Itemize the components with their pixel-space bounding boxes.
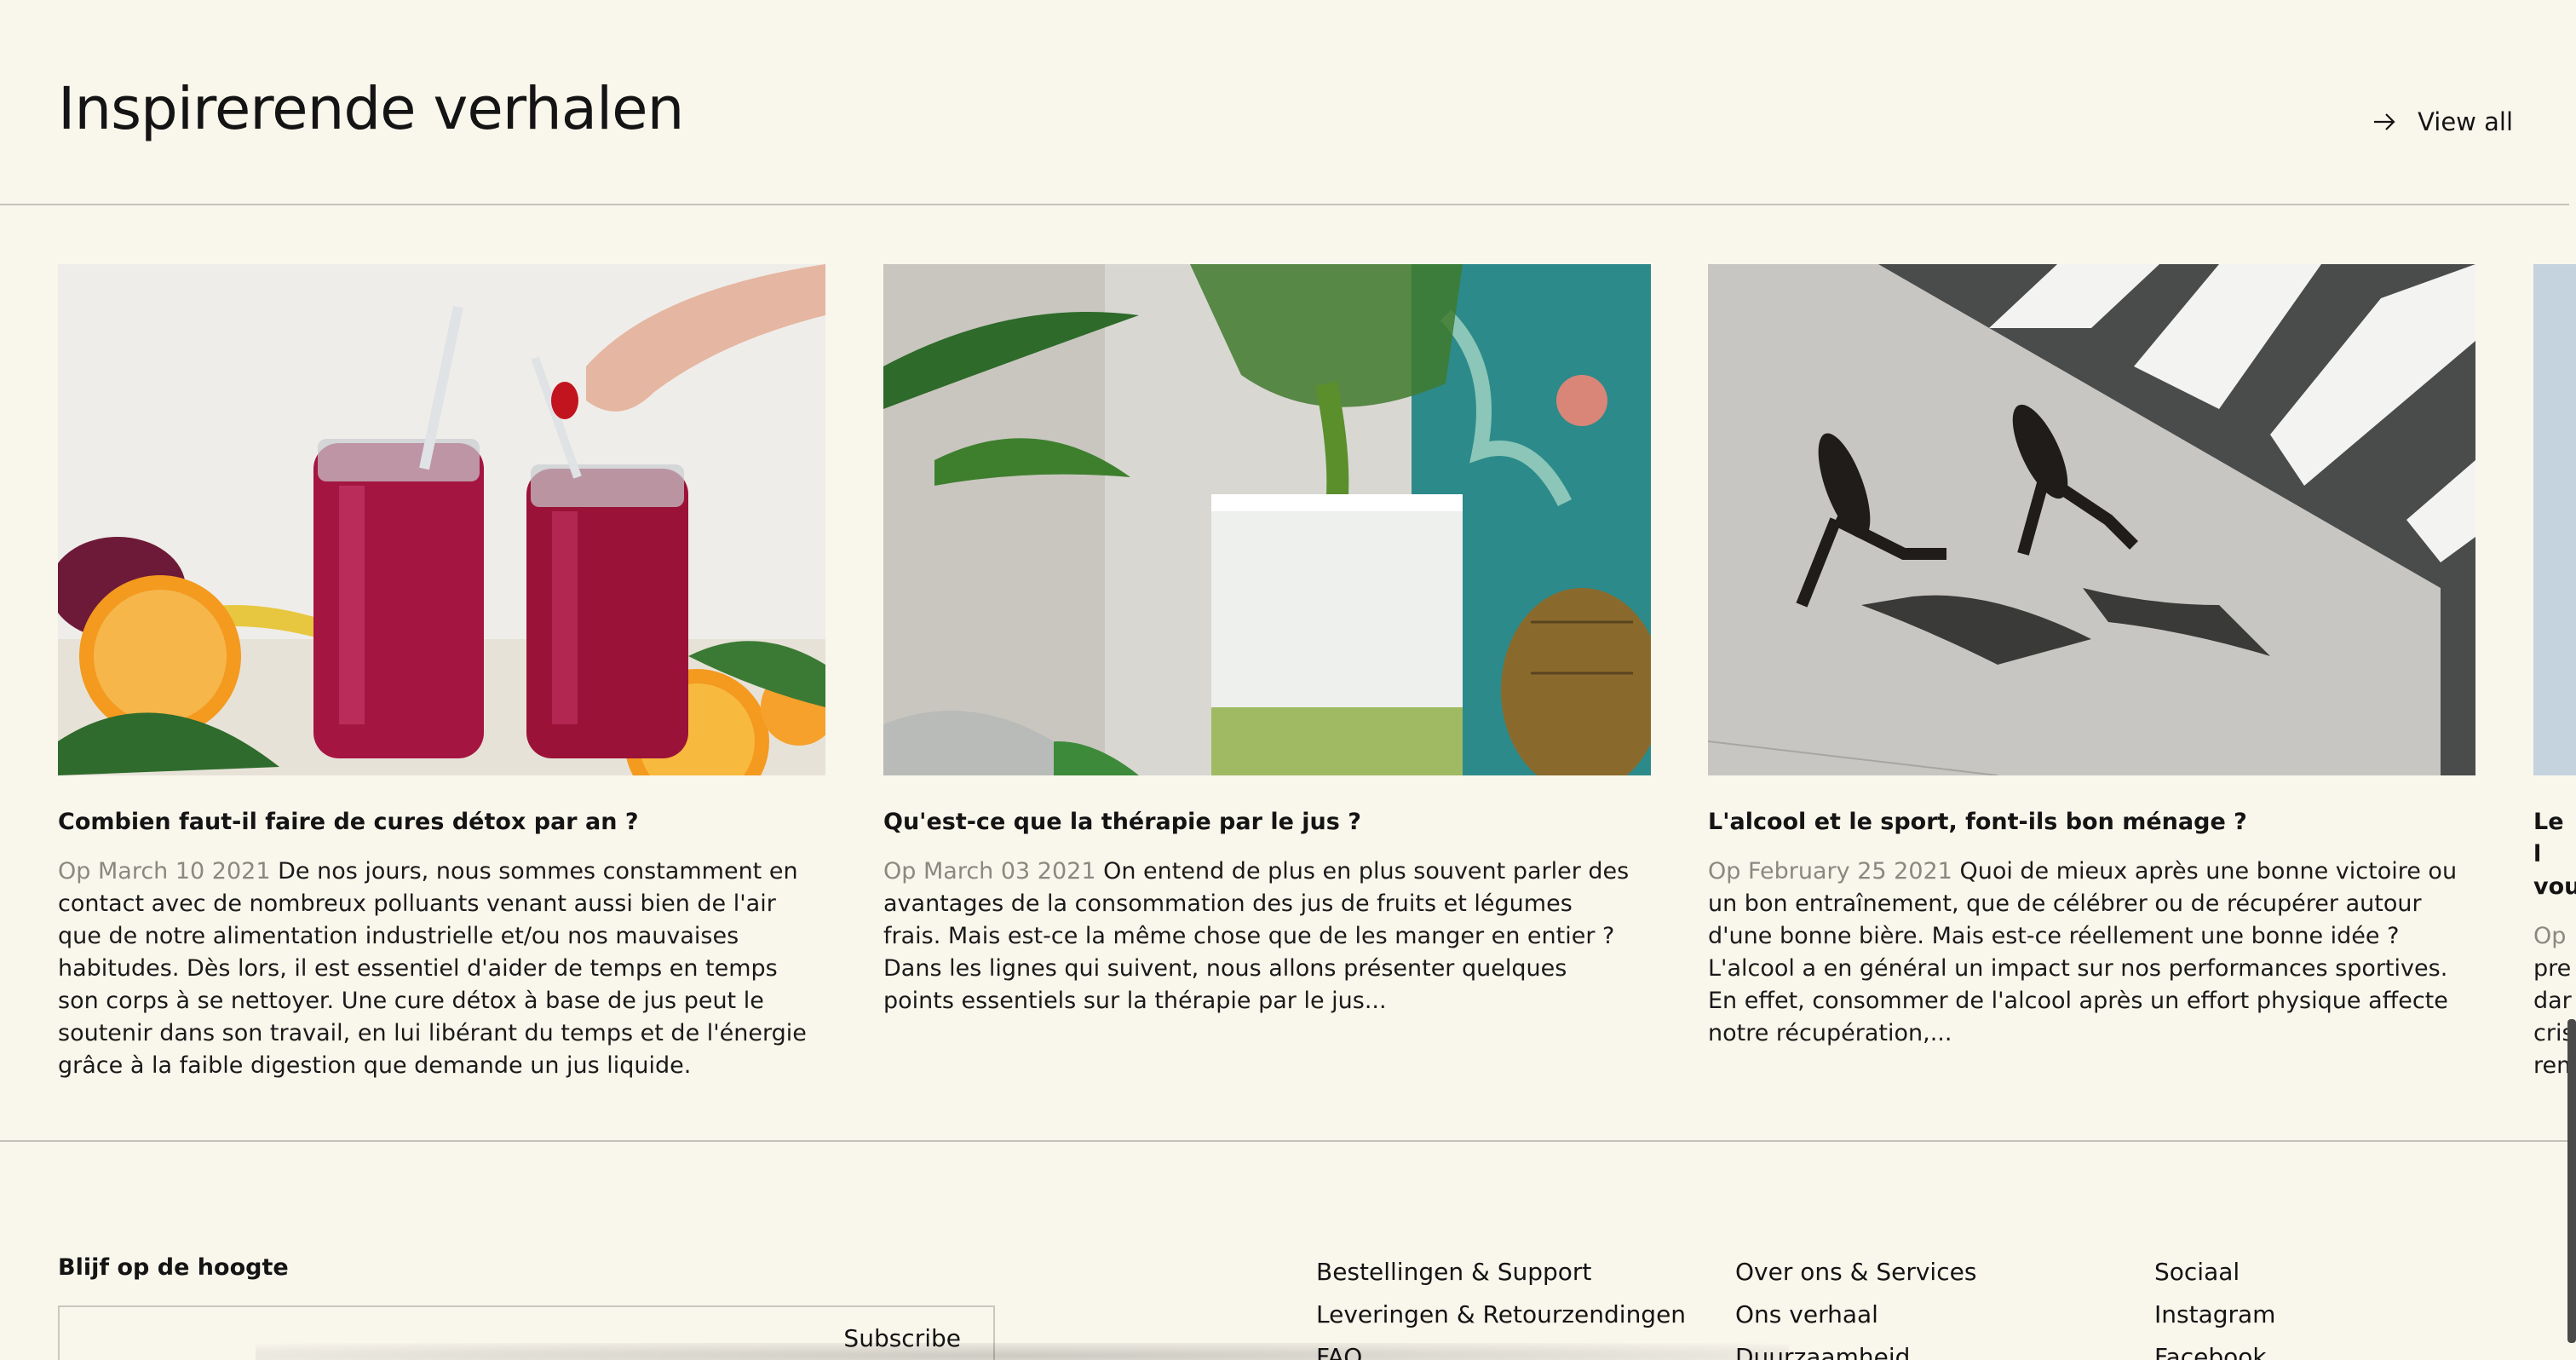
story-date: Op [2533, 923, 2567, 949]
footer-link-sustainability[interactable]: Duurzaamheid [1735, 1336, 1976, 1360]
story-card[interactable]: L'alcool et le sport, font-ils bon ménag… [1708, 264, 2475, 1050]
footer-link-social[interactable]: Sociaal [2154, 1251, 2275, 1294]
footer-link-our-story[interactable]: Ons verhaal [1735, 1294, 1976, 1336]
divider [0, 204, 2569, 205]
footer-link-faq[interactable]: FAQ [1316, 1336, 1686, 1360]
story-excerpt: Op March 10 2021 De nos jours, nous somm… [58, 856, 808, 1082]
story-image-beet-juice-jars[interactable] [58, 264, 825, 775]
page: Inspirerende verhalen View all Combien f… [0, 0, 2576, 1360]
story-image-green-juice-pour[interactable] [883, 264, 1651, 775]
story-date: Op March 03 2021 [883, 858, 1096, 885]
footer-column-orders: Bestellingen & Support Leveringen & Reto… [1316, 1251, 1686, 1360]
footer-link-orders-support[interactable]: Bestellingen & Support [1316, 1251, 1686, 1294]
story-image-runners-crosswalk[interactable] [1708, 264, 2475, 775]
story-card[interactable]: Qu'est-ce que la thérapie par le jus ? O… [883, 264, 1651, 1017]
footer-link-deliveries-returns[interactable]: Leveringen & Retourzendingen [1316, 1294, 1686, 1336]
footer-column-about: Over ons & Services Ons verhaal Duurzaam… [1735, 1251, 1976, 1360]
view-all-label: View all [2418, 107, 2513, 136]
footer-link-about-services[interactable]: Over ons & Services [1735, 1251, 1976, 1294]
story-title[interactable]: Combien faut-il faire de cures détox par… [58, 806, 825, 838]
story-excerpt: Op pre dar cris rem [2533, 920, 2576, 1082]
story-card[interactable]: Combien faut-il faire de cures détox par… [58, 264, 825, 1082]
story-excerpt: Op March 03 2021 On entend de plus en pl… [883, 856, 1633, 1017]
divider [0, 1140, 2569, 1142]
section-title: Inspirerende verhalen [58, 75, 684, 143]
story-card[interactable]: Le l vou Op pre dar cris rem [2533, 264, 2576, 1082]
footer-link-instagram[interactable]: Instagram [2154, 1294, 2275, 1336]
story-title[interactable]: L'alcool et le sport, font-ils bon ménag… [1708, 806, 2475, 838]
story-title[interactable]: Le l vou [2533, 806, 2576, 903]
story-date: Op February 25 2021 [1708, 858, 1952, 885]
footer-column-social: Sociaal Instagram Facebook [2154, 1251, 2275, 1360]
scrollbar-thumb[interactable] [2567, 1019, 2576, 1343]
story-excerpt: Op February 25 2021 Quoi de mieux après … [1708, 856, 2458, 1050]
newsletter-email-input[interactable] [60, 1307, 826, 1360]
arrow-right-icon [2374, 113, 2395, 130]
footer-link-facebook[interactable]: Facebook [2154, 1336, 2275, 1360]
story-image-partial[interactable] [2533, 264, 2576, 775]
subscribe-button[interactable]: Subscribe [843, 1324, 961, 1352]
view-all-link[interactable]: View all [2373, 107, 2513, 136]
newsletter-form: Subscribe [58, 1305, 995, 1360]
story-excerpt-text: Quoi de mieux après une bonne victoire o… [1708, 858, 2458, 1046]
story-title[interactable]: Qu'est-ce que la thérapie par le jus ? [883, 806, 1651, 838]
newsletter-label: Blijf op de hoogte [58, 1254, 289, 1281]
story-date: Op March 10 2021 [58, 858, 271, 885]
story-excerpt-text: De nos jours, nous sommes constamment en… [58, 858, 807, 1079]
